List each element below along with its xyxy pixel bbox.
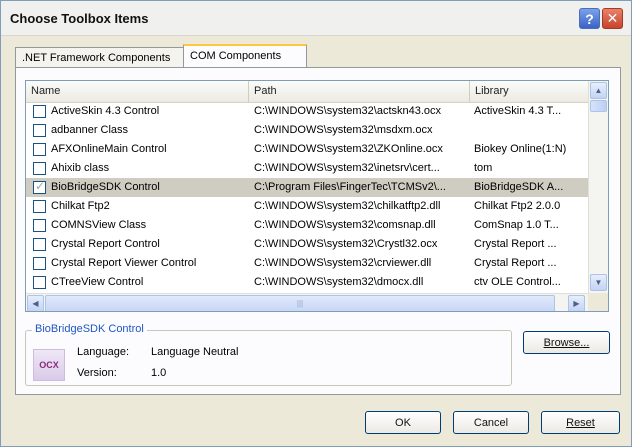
row-library: BioBridgeSDK A... [474,181,564,193]
row-checkbox[interactable] [33,238,46,251]
row-checkbox[interactable] [33,257,46,270]
version-label: Version: [77,367,117,379]
list-item[interactable]: Crystal Report Control C:\WINDOWS\system3… [26,235,588,254]
row-path: C:\WINDOWS\system32\actskn43.ocx [254,105,442,117]
title-bar: Choose Toolbox Items ? ✕ [1,1,631,36]
row-library: Biokey Online(1:N) [474,143,567,155]
details-group: BioBridgeSDK Control OCX Language: Langu… [25,323,512,386]
row-library: tom [474,162,493,174]
row-path: C:\Program Files\FingerTec\TCMSv2\... [254,181,446,193]
column-header-name[interactable]: Name [26,81,249,102]
row-checkbox[interactable] [33,219,46,232]
row-name: COMNSView Class [51,219,147,231]
row-path: C:\WINDOWS\system32\chilkatftp2.dll [254,200,441,212]
horizontal-scrollbar[interactable]: ◀ ||| ▶ [26,293,588,311]
vertical-scrollbar[interactable]: ▲ ▼ [588,81,608,293]
list-item[interactable]: AFXOnlineMain Control C:\WINDOWS\system32… [26,140,588,159]
choose-toolbox-items-dialog: Choose Toolbox Items ? ✕ .NET Framework … [0,0,632,447]
row-checkbox[interactable] [33,200,46,213]
row-checkbox[interactable] [33,105,46,118]
row-library: ctv OLE Control... [474,276,561,288]
language-label: Language: [77,346,129,358]
row-name: adbanner Class [51,124,129,136]
row-path: C:\WINDOWS\system32\ZKOnline.ocx [254,143,443,155]
row-path: C:\WINDOWS\system32\comsnap.dll [254,219,436,231]
row-name: Crystal Report Control [51,238,160,250]
row-path: C:\WINDOWS\system32\inetsrv\cert... [254,162,440,174]
row-library: Crystal Report ... [474,238,557,250]
row-library: ActiveSkin 4.3 T... [474,105,562,117]
reset-button-label: Reset [566,416,595,429]
scroll-right-icon[interactable]: ▶ [568,295,585,311]
scroll-left-icon[interactable]: ◀ [27,295,44,311]
row-checkbox[interactable] [33,124,46,137]
row-name: Ahixib class [51,162,110,174]
row-path: C:\WINDOWS\system32\dmocx.dll [254,276,424,288]
reset-button[interactable]: Reset [541,411,620,434]
horizontal-scroll-thumb[interactable]: ||| [45,295,555,311]
tab-com-components[interactable]: COM Components [183,44,307,68]
row-path: C:\WINDOWS\system32\msdxm.ocx [254,124,433,136]
column-header-library[interactable]: Library [470,81,588,102]
list-item[interactable]: COMNSView Class C:\WINDOWS\system32\comsn… [26,216,588,235]
scroll-down-icon[interactable]: ▼ [590,274,607,291]
scrollbar-corner [588,293,608,311]
list-item[interactable]: CTreeView Control C:\WINDOWS\system32\dmo… [26,273,588,292]
row-checkbox[interactable] [33,162,46,175]
row-name: ActiveSkin 4.3 Control [51,105,160,117]
row-checkbox[interactable] [33,143,46,156]
row-library: Crystal Report ... [474,257,557,269]
details-group-title: BioBridgeSDK Control [32,323,147,335]
list-header: Name Path Library [26,81,588,103]
help-button[interactable]: ? [579,8,600,29]
list-item[interactable]: adbanner Class C:\WINDOWS\system32\msdxm.… [26,121,588,140]
column-header-path[interactable]: Path [249,81,470,102]
row-library: Chilkat Ftp2 2.0.0 [474,200,561,212]
scroll-up-icon[interactable]: ▲ [590,82,607,99]
vertical-scroll-thumb[interactable] [590,100,607,112]
cancel-button[interactable]: Cancel [453,411,529,434]
component-list[interactable]: Name Path Library ActiveSkin 4.3 Control… [25,80,609,312]
row-name: Chilkat Ftp2 [51,200,110,212]
ok-button[interactable]: OK [365,411,441,434]
list-item[interactable]: ActiveSkin 4.3 Control C:\WINDOWS\system3… [26,102,588,121]
row-library: ComSnap 1.0 T... [474,219,559,231]
tab-net-framework-components[interactable]: .NET Framework Components [15,47,184,68]
row-name: AFXOnlineMain Control [51,143,167,155]
row-checkbox[interactable] [33,179,46,194]
row-path: C:\WINDOWS\system32\crviewer.dll [254,257,432,269]
browse-button-label: Browse... [543,336,590,349]
row-name: Crystal Report Viewer Control [51,257,197,269]
list-item[interactable]: Crystal Report Viewer Control C:\WINDOWS\… [26,254,588,273]
close-button[interactable]: ✕ [602,8,623,29]
list-item[interactable]: BioBridgeSDK Control C:\Program Files\Fin… [26,178,588,197]
browse-button[interactable]: Browse... [523,331,610,354]
list-item[interactable]: Ahixib class C:\WINDOWS\system32\inetsrv\… [26,159,588,178]
ocx-icon: OCX [33,349,65,381]
list-item[interactable]: Chilkat Ftp2 C:\WINDOWS\system32\chilkatf… [26,197,588,216]
row-name: BioBridgeSDK Control [51,181,160,193]
language-value: Language Neutral [151,346,239,358]
row-path: C:\WINDOWS\system32\Crystl32.ocx [254,238,438,250]
row-name: CTreeView Control [51,276,144,288]
version-value: 1.0 [151,367,167,379]
row-checkbox[interactable] [33,276,46,289]
window-title: Choose Toolbox Items [10,11,149,26]
